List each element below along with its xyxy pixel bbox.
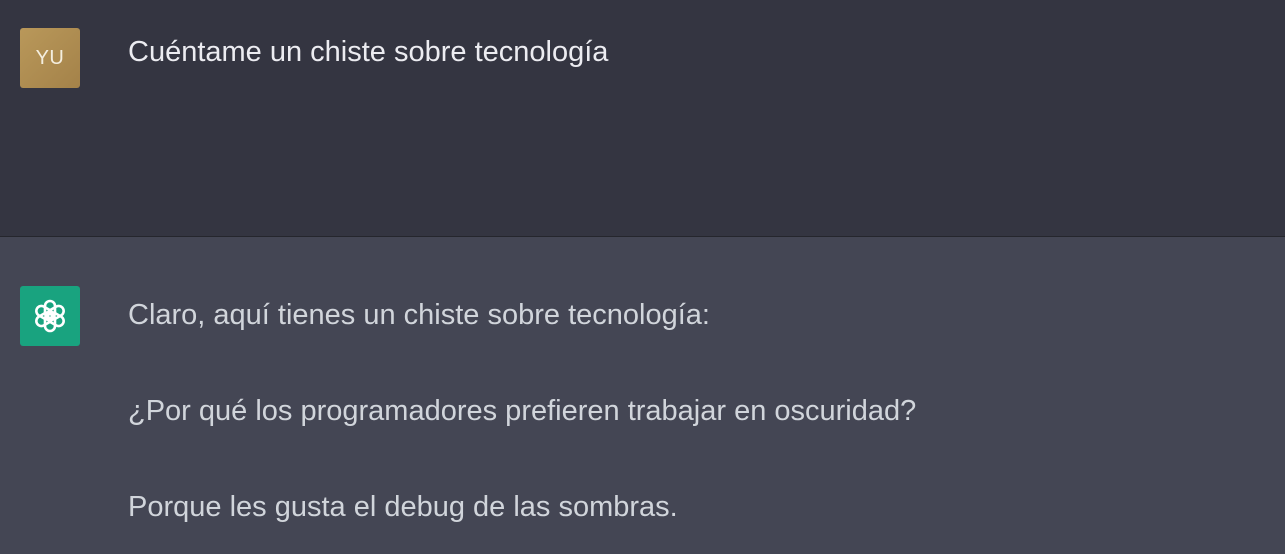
assistant-avatar	[20, 286, 80, 346]
user-avatar-initials: YU	[35, 46, 65, 69]
user-message-text: Cuéntame un chiste sobre tecnología	[128, 36, 609, 68]
user-avatar: YU	[20, 28, 80, 88]
assistant-line-intro: Claro, aquí tienes un chiste sobre tecno…	[128, 299, 710, 331]
assistant-message: Claro, aquí tienes un chiste sobre tecno…	[0, 237, 1285, 554]
openai-logo-icon	[35, 299, 65, 333]
assistant-line-answer: Porque les gusta el debug de las sombras…	[128, 491, 678, 523]
assistant-line-question: ¿Por qué los programadores prefieren tra…	[128, 395, 917, 427]
user-message: YU Cuéntame un chiste sobre tecnología	[0, 0, 1285, 237]
